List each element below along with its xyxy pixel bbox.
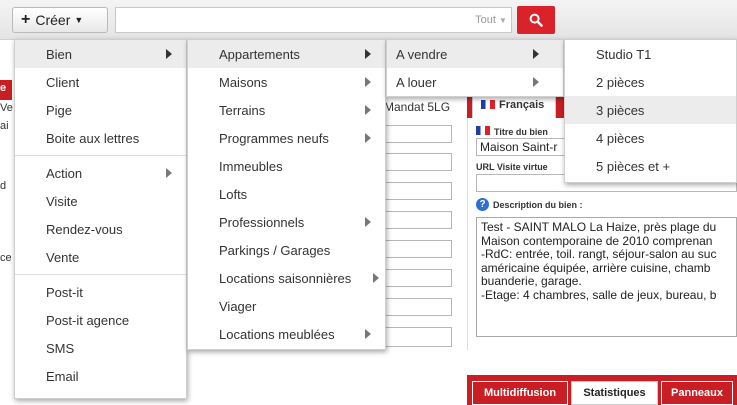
menu-item-locations-saisonnieres[interactable]: Locations saisonnières <box>188 264 385 292</box>
description-line: Test - SAINT MALO La Haize, près plage d… <box>481 220 717 234</box>
search-button[interactable] <box>517 6 555 34</box>
description-line: -RdC: entrée, toil. rangt, séjour-salon … <box>481 247 717 261</box>
menu-separator <box>15 155 186 156</box>
menu-item-terrains[interactable]: Terrains <box>188 96 385 124</box>
menu-item-5-pieces-et-plus[interactable]: 5 pièces et + <box>565 152 736 180</box>
submenu-arrow-icon <box>365 217 371 227</box>
submenu-arrow-icon <box>365 105 371 115</box>
left-edge-label: ce <box>0 252 12 264</box>
caret-down-icon: ▼ <box>498 15 507 25</box>
info-icon[interactable]: ? <box>476 198 489 211</box>
submenu-arrow-icon <box>365 133 371 143</box>
submenu-arrow-icon <box>533 77 539 87</box>
submenu-arrow-icon <box>166 168 172 178</box>
plus-icon: + <box>21 11 31 28</box>
menu-item-programmes-neufs[interactable]: Programmes neufs <box>188 124 385 152</box>
menu-item-appartements[interactable]: Appartements <box>188 40 385 68</box>
french-flag-icon <box>476 126 490 135</box>
tab-multidiffusion[interactable]: Multidiffusion <box>472 381 568 405</box>
create-button-label: Créer <box>35 12 71 28</box>
top-toolbar: + Créer ▼ Tout ▼ <box>0 0 737 40</box>
virtual-tour-url-label: URL Visite virtue <box>476 162 548 172</box>
menu-item-a-vendre[interactable]: A vendre <box>387 40 563 68</box>
search-input[interactable] <box>115 7 512 33</box>
search-scope-select[interactable]: Tout ▼ <box>467 7 515 33</box>
menu-item-visite[interactable]: Visite <box>15 187 186 215</box>
appartements-submenu: A vendre A louer <box>386 39 564 97</box>
menu-item-client[interactable]: Client <box>15 68 186 96</box>
tab-panneaux[interactable]: Panneaux <box>661 381 733 405</box>
menu-item-maisons[interactable]: Maisons <box>188 68 385 96</box>
menu-item-a-louer[interactable]: A louer <box>387 68 563 96</box>
submenu-arrow-icon <box>533 49 539 59</box>
menu-item-pige[interactable]: Pige <box>15 96 186 124</box>
search-scope-value: Tout <box>475 14 496 26</box>
submenu-arrow-icon <box>365 49 371 59</box>
menu-item-immeubles[interactable]: Immeubles <box>188 152 385 180</box>
menu-item-4-pieces[interactable]: 4 pièces <box>565 124 736 152</box>
tab-francais-label: Français <box>499 98 545 111</box>
description-label: ? Description du bien : <box>476 198 583 211</box>
left-edge-label: e <box>0 82 7 94</box>
a-vendre-submenu: Studio T1 2 pièces 3 pièces 4 pièces 5 p… <box>564 39 737 183</box>
bien-submenu: Appartements Maisons Terrains Programmes… <box>187 39 386 350</box>
form-field[interactable] <box>384 240 452 258</box>
left-edge-label: ai <box>0 120 9 132</box>
menu-item-post-it[interactable]: Post-it <box>15 278 186 306</box>
menu-separator <box>15 274 186 275</box>
description-line: américaine équipée, arrière cuisine, cha… <box>481 260 711 275</box>
menu-item-3-pieces[interactable]: 3 pièces <box>565 96 736 124</box>
description-textarea[interactable]: Test - SAINT MALO La Haize, près plage d… <box>476 217 737 337</box>
submenu-arrow-icon <box>365 77 371 87</box>
mandat-label: Mandat 5LG <box>384 100 451 114</box>
menu-item-parkings-garages[interactable]: Parkings / Garages <box>188 236 385 264</box>
menu-item-2-pieces[interactable]: 2 pièces <box>565 68 736 96</box>
form-field[interactable] <box>384 182 452 200</box>
form-field[interactable] <box>384 211 452 229</box>
form-field[interactable] <box>384 125 452 143</box>
menu-item-lofts[interactable]: Lofts <box>188 180 385 208</box>
magnifier-icon <box>529 13 543 27</box>
description-line: -Etage: 4 chambres, salle de jeux, burea… <box>481 287 717 302</box>
title-label: Titre du bien <box>476 126 548 137</box>
french-flag-icon <box>481 100 495 109</box>
submenu-arrow-icon <box>166 49 172 59</box>
menu-item-studio-t1[interactable]: Studio T1 <box>565 40 736 68</box>
tab-statistiques[interactable]: Statistiques <box>571 381 658 405</box>
menu-item-rendez-vous[interactable]: Rendez-vous <box>15 215 186 243</box>
form-field[interactable] <box>384 269 452 287</box>
menu-item-professionnels[interactable]: Professionnels <box>188 208 385 236</box>
form-field[interactable] <box>384 153 452 171</box>
menu-item-sms[interactable]: SMS <box>15 334 186 362</box>
left-edge-label: Ve <box>0 102 13 114</box>
submenu-arrow-icon <box>373 273 379 283</box>
create-menu-button[interactable]: + Créer ▼ <box>12 7 108 33</box>
menu-item-bien[interactable]: Bien <box>15 40 186 68</box>
menu-item-vente[interactable]: Vente <box>15 243 186 271</box>
description-line: Maison contemporaine de 2010 comprenan <box>481 233 713 248</box>
caret-down-icon: ▼ <box>74 15 84 25</box>
menu-item-post-it-agence[interactable]: Post-it agence <box>15 306 186 334</box>
menu-item-boite-aux-lettres[interactable]: Boite aux lettres <box>15 124 186 152</box>
description-line: buanderie, garage. <box>481 274 582 288</box>
submenu-arrow-icon <box>365 329 371 339</box>
menu-item-action[interactable]: Action <box>15 159 186 187</box>
menu-item-locations-meublees[interactable]: Locations meublées <box>188 320 385 348</box>
menu-item-viager[interactable]: Viager <box>188 292 385 320</box>
menu-item-email[interactable]: Email <box>15 362 186 390</box>
create-dropdown-menu: Bien Client Pige Boite aux lettres Actio… <box>14 39 187 399</box>
left-edge-label: d <box>0 180 7 192</box>
form-field[interactable] <box>384 298 452 316</box>
